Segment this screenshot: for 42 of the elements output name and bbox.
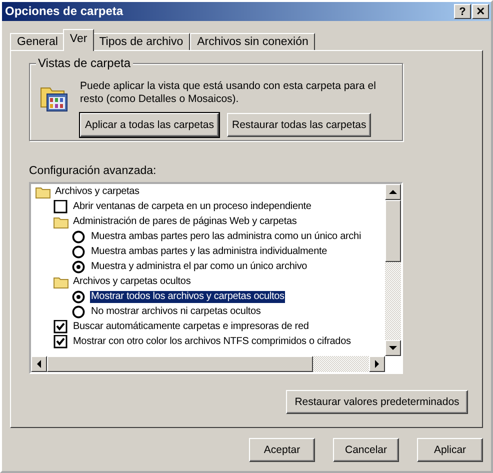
checkbox[interactable] [53, 335, 69, 350]
tab[interactable]: Tipos de archivo [92, 33, 190, 51]
tab[interactable]: Ver [62, 29, 94, 51]
tab[interactable]: Archivos sin conexión [190, 33, 316, 51]
vertical-scrollbar[interactable] [385, 184, 401, 356]
setting-label[interactable]: Abrir ventanas de carpeta en un proceso independiente [72, 201, 312, 214]
tree-item[interactable]: Archivos y carpetas [54, 186, 140, 198]
folder-icon [53, 275, 69, 290]
horizontal-scrollbar[interactable] [31, 356, 385, 372]
setting-label[interactable]: Buscar automáticamente carpetas e impresoras de red [72, 321, 310, 334]
group-title: Vistas de carpeta [36, 56, 133, 70]
restore-button[interactable]: Restaurar todas las carpetas [226, 113, 372, 138]
setting-label[interactable]: No mostrar archivos ni carpetas ocultos [90, 306, 262, 318]
cancel-button[interactable]: Cancelar [333, 438, 399, 462]
folder-icon [35, 185, 51, 200]
setting-label[interactable]: Muestra ambas partes pero las administra como un único archi [90, 231, 362, 244]
folder-icon [53, 215, 69, 230]
checkbox[interactable] [53, 320, 69, 334]
setting-label[interactable]: Muestra y administra el par como un único archivo [90, 261, 308, 274]
scroll-thumb[interactable] [47, 356, 313, 372]
ok-button[interactable]: Aceptar [249, 438, 315, 462]
tree-item[interactable]: Administración de pares de páginas Web y carpetas [72, 216, 298, 228]
section-label: Configuración avanzada: [29, 165, 158, 179]
radio-button[interactable] [71, 245, 87, 260]
checkbox[interactable] [53, 200, 69, 214]
setting-label[interactable]: Mostrar todos los archivos y carpetas ocultos [90, 291, 286, 304]
description-text: Puede aplicar la vista que está usando con esta carpeta para el resto (como Detalles o Mosaicos). [80, 80, 377, 106]
setting-label[interactable]: Muestra ambas partes y las administra individualmente [90, 246, 328, 258]
setting-label[interactable]: Mostrar con otro color los archivos NTFS comprimidos o cifrados [72, 336, 352, 348]
tab[interactable]: General [10, 33, 65, 51]
restore-defaults-button[interactable]: Restaurar valores predeterminados [286, 390, 468, 414]
tree-item[interactable]: Archivos y carpetas ocultos [72, 276, 192, 288]
radio-button[interactable] [71, 290, 87, 304]
help-button[interactable]: ? [454, 4, 471, 19]
window-title: Opciones de carpeta [5, 4, 124, 19]
scroll-thumb[interactable] [385, 200, 401, 262]
apply-button[interactable]: Aplicar a todas las carpetas [80, 113, 219, 138]
radio-button[interactable] [71, 305, 87, 320]
radio-button[interactable] [71, 230, 87, 244]
close-button[interactable]: ✕ [472, 4, 489, 19]
radio-button[interactable] [71, 260, 87, 274]
apply-button[interactable]: Aplicar [417, 438, 483, 462]
